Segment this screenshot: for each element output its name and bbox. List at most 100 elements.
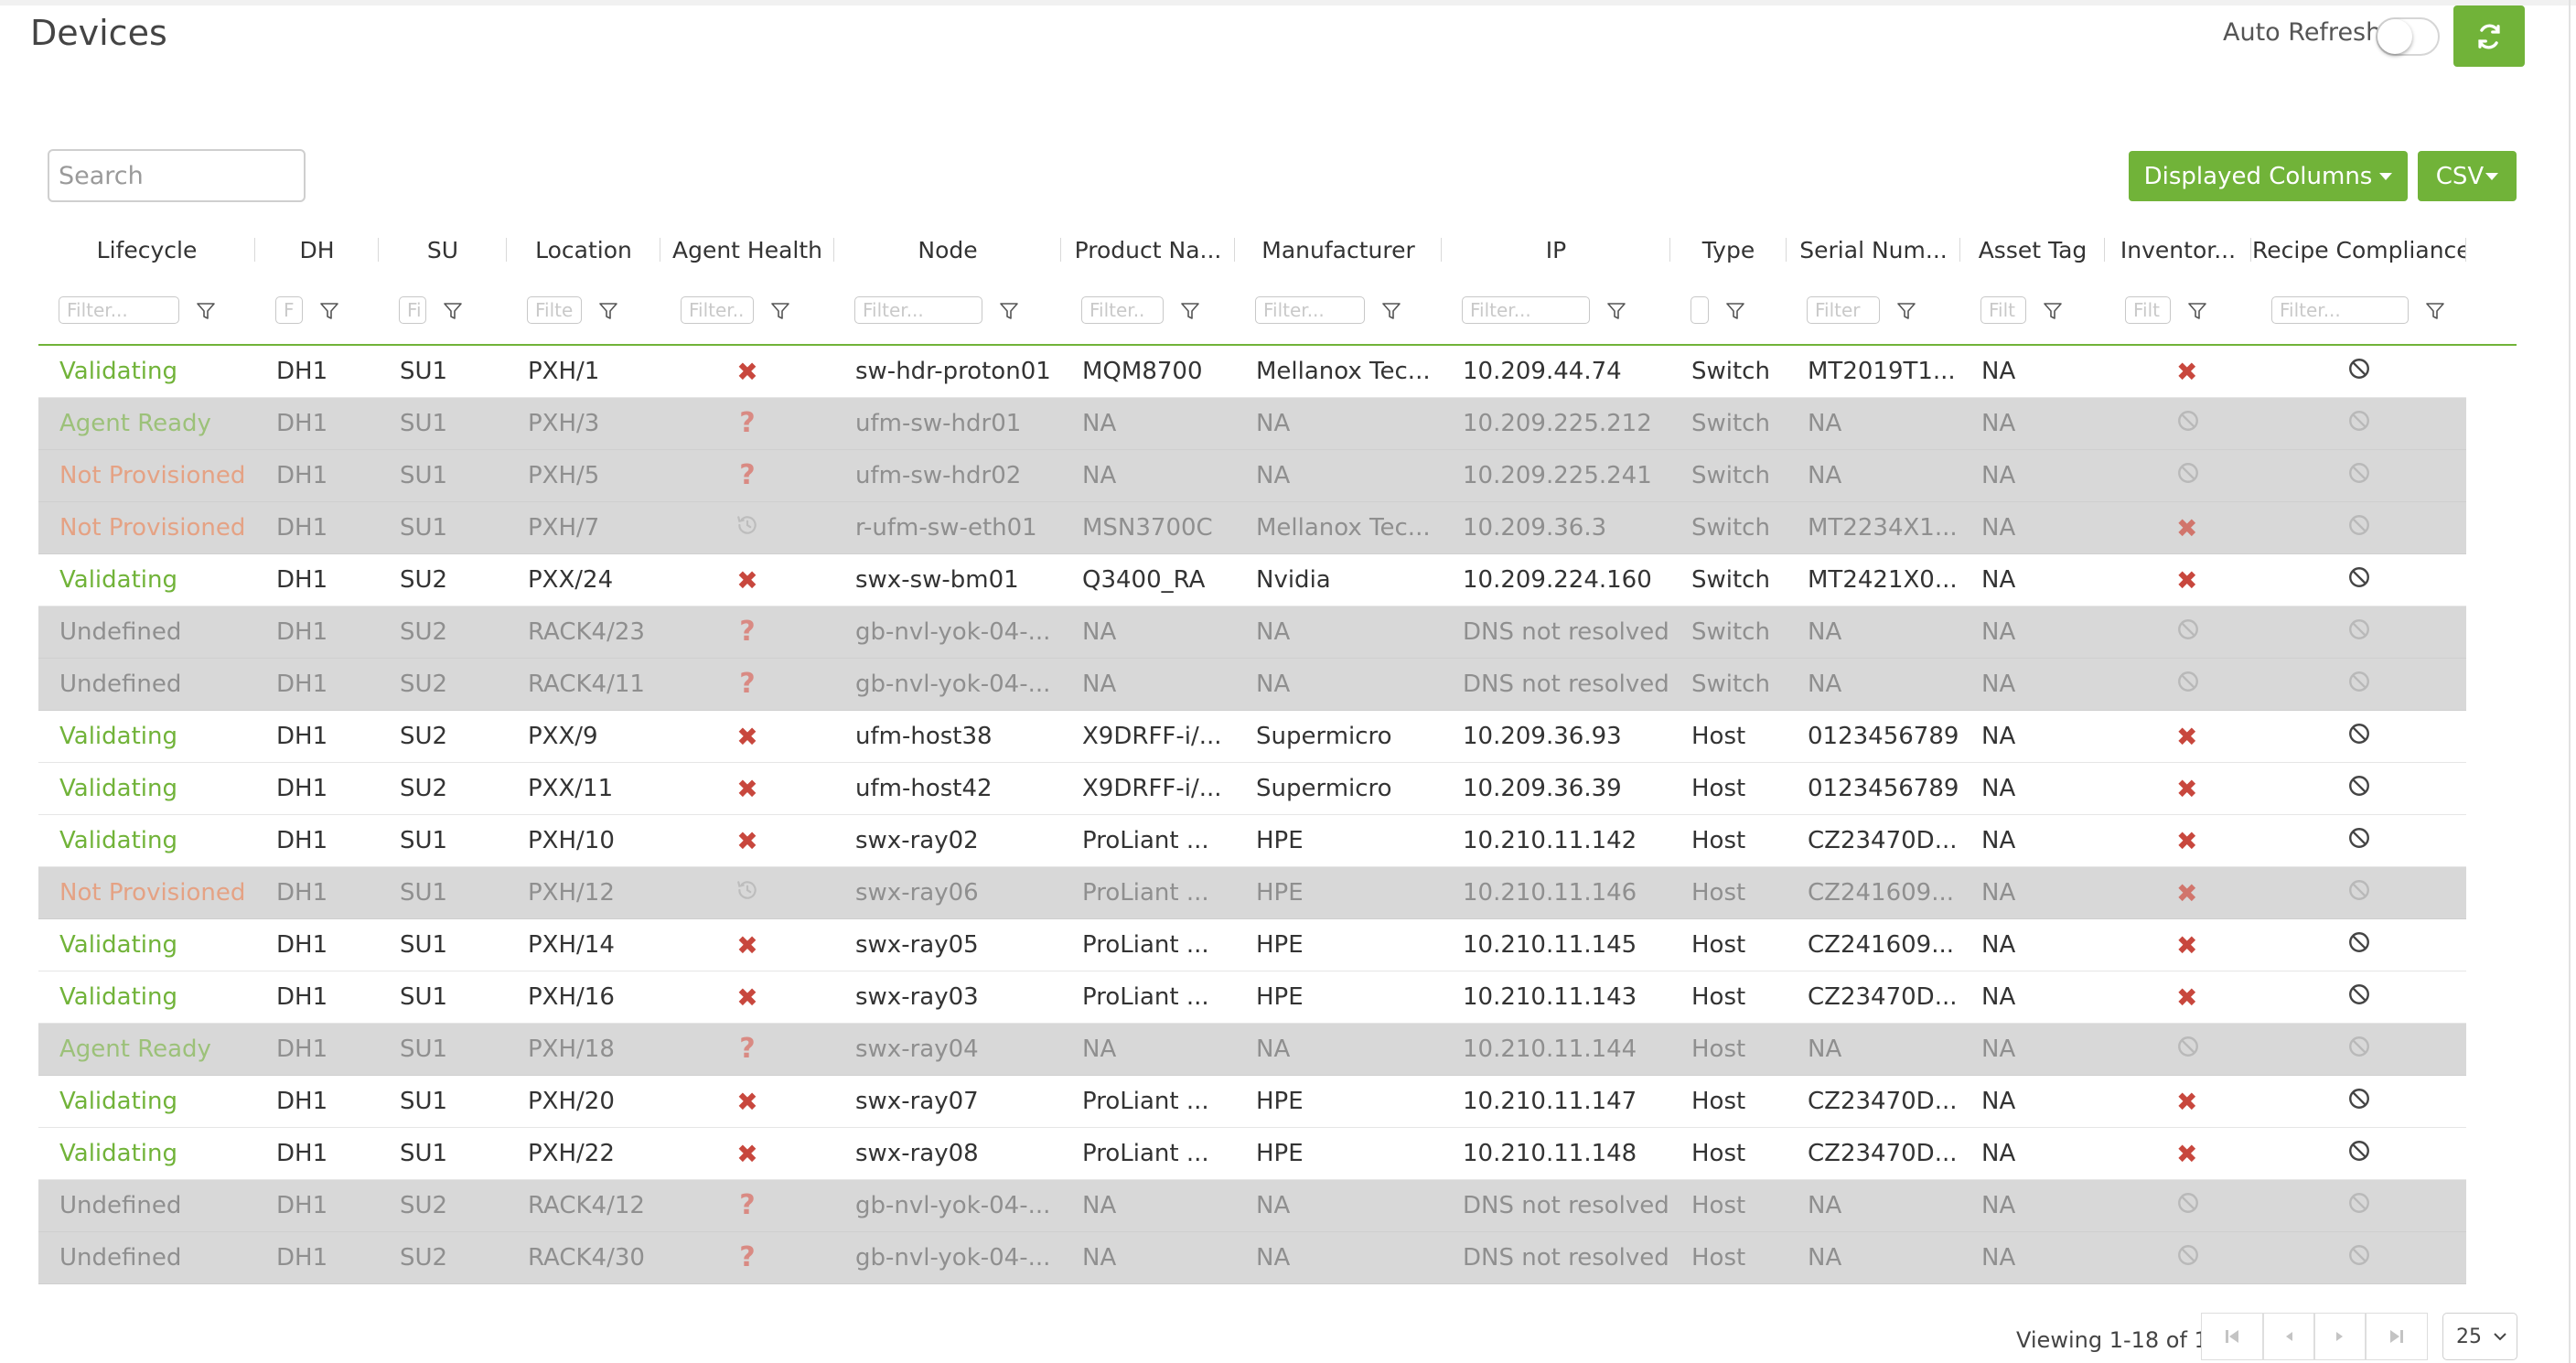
column-filter-input[interactable]: Fi [399,296,426,324]
su-cell: SU1 [379,1023,507,1076]
column-header[interactable]: DH [255,223,379,276]
inventory-cell [2105,658,2251,711]
viewing-count: Viewing 1-18 of 18 [2016,1327,2223,1353]
column-header-label: Product Na... [1074,236,1222,263]
filter-icon[interactable] [1381,301,1401,321]
column-header[interactable]: Location [507,223,660,276]
type-cell: Host [1670,971,1787,1024]
column-filter-input[interactable]: Filter.. [681,296,754,324]
column-filter-input[interactable]: Filt [2125,296,2171,324]
column-filter-input[interactable]: Filter [1807,296,1880,324]
lifecycle-cell: Validating [38,971,255,1024]
type-cell: Host [1670,1127,1787,1180]
filter-cell: Filter... [834,276,1061,346]
filter-icon[interactable] [1606,301,1626,321]
next-page-button[interactable] [2314,1313,2366,1360]
table-row[interactable]: Validating DH1 SU1 PXH/22 ✖ swx-ray08 ProLiant… [38,1127,2517,1180]
csv-button[interactable]: CSV [2418,151,2517,201]
column-header[interactable]: Agent Health [660,223,834,276]
table-row[interactable]: Not Provisioned DH1 SU1 PXH/5? ufm-sw-hdr02 N… [38,449,2517,502]
table-row[interactable]: Agent Ready DH1 SU1 PXH/18? swx-ray04 NA NA 10.… [38,1023,2517,1076]
column-header[interactable]: Asset Tag [1960,223,2105,276]
column-header[interactable]: Recipe Compliance [2251,223,2466,276]
lifecycle-cell: Validating [38,710,255,763]
column-header[interactable]: Manufacturer [1235,223,1442,276]
filter-icon[interactable] [770,301,790,321]
su-cell: SU2 [379,606,507,659]
column-header[interactable]: Lifecycle [38,223,255,276]
filter-icon[interactable] [999,301,1019,321]
table-row[interactable]: Undefined DH1 SU2 RACK4/11? gb-nvl-yok-04-..… [38,658,2517,711]
location-cell: PXX/9 [507,710,660,763]
column-header[interactable]: SU [379,223,507,276]
column-header[interactable]: Inventor... [2105,223,2251,276]
location-cell: PXH/22 [507,1127,660,1180]
table-row[interactable]: Agent Ready DH1 SU1 PXH/3? ufm-sw-hdr01 NA NA 1… [38,397,2517,450]
asset-cell: NA [1960,866,2105,919]
manufacturer-cell: Mellanox Tec... [1235,501,1442,554]
table-row[interactable]: Validating DH1 SU1 PXH/16 ✖ swx-ray03 ProLiant… [38,971,2517,1024]
column-filter-input[interactable]: Filter... [1255,296,1365,324]
column-header[interactable]: Type [1670,223,1787,276]
table-row[interactable]: Not Provisioned DH1 SU1 PXH/12 swx-ray06 ProL… [38,866,2517,919]
location-cell: RACK4/23 [507,606,660,659]
table-row[interactable]: Validating DH1 SU2 PXX/11 ✖ ufm-host42 X9DRFF-… [38,762,2517,815]
table-row[interactable]: Validating DH1 SU1 PXH/10 ✖ swx-ray02 ProLiant… [38,814,2517,867]
column-filter-input[interactable]: F [275,296,303,324]
column-filter-input[interactable]: Filter... [854,296,982,324]
filter-cell: Filter... [1235,276,1442,346]
page-size-select[interactable]: 25 [2442,1313,2517,1360]
filter-icon[interactable] [443,301,463,321]
table-row[interactable]: Validating DH1 SU2 PXX/24 ✖ swx-sw-bm01 Q3400_… [38,553,2517,606]
table-row[interactable]: Undefined DH1 SU2 RACK4/30? gb-nvl-yok-04-..… [38,1231,2517,1284]
ip-cell: DNS not resolved [1442,1179,1670,1232]
last-page-button[interactable] [2366,1313,2428,1360]
filter-icon[interactable] [2043,301,2063,321]
x-icon: ✖ [736,564,758,596]
column-header[interactable]: IP [1442,223,1670,276]
column-filter-input[interactable]: Filt [1980,296,2026,324]
filter-icon[interactable] [2425,301,2445,321]
displayed-columns-button[interactable]: Displayed Columns [2129,151,2408,201]
column-filter-input[interactable]: Filter.. [1081,296,1164,324]
table-row[interactable]: Validating DH1 SU1 PXH/1 ✖ sw-hdr-proton01 MQM… [38,345,2517,398]
table-row[interactable]: Validating DH1 SU2 PXX/9 ✖ ufm-host38 X9DRFF-i… [38,710,2517,763]
column-filter-input[interactable] [1690,296,1709,324]
type-cell: Switch [1670,658,1787,711]
column-header[interactable]: Product Na... [1061,223,1235,276]
filter-icon[interactable] [1180,301,1200,321]
dh-cell: DH1 [255,1179,379,1232]
table-row[interactable]: Undefined DH1 SU2 RACK4/12? gb-nvl-yok-04-..… [38,1179,2517,1232]
location-cell: PXH/14 [507,918,660,971]
serial-cell: CZ23470D... [1787,1127,1960,1180]
column-header[interactable]: Node [834,223,1061,276]
row-spacer [2466,1075,2517,1128]
refresh-icon [2478,24,2500,48]
first-page-button[interactable] [2201,1313,2263,1360]
search-input[interactable] [48,149,306,202]
inventory-cell [2105,1023,2251,1076]
filter-icon[interactable] [2187,301,2207,321]
column-filter-input[interactable]: Filte [527,296,582,324]
auto-refresh-toggle[interactable] [2376,17,2440,56]
filter-icon[interactable] [319,301,339,321]
filter-icon[interactable] [1896,301,1916,321]
node-cell: swx-ray02 [834,814,1061,867]
table-row[interactable]: Not Provisioned DH1 SU1 PXH/7 r-ufm-sw-eth01… [38,501,2517,554]
table-row[interactable]: Undefined DH1 SU2 RACK4/23? gb-nvl-yok-04-..… [38,606,2517,659]
refresh-button[interactable] [2453,5,2525,67]
dh-cell: DH1 [255,866,379,919]
column-filter-input[interactable]: Filter... [2271,296,2409,324]
column-filter-input[interactable]: Filter... [1462,296,1590,324]
column-header[interactable]: Serial Num... [1787,223,1960,276]
prev-page-button[interactable] [2263,1313,2314,1360]
filter-icon[interactable] [196,301,216,321]
filter-icon[interactable] [598,301,618,321]
column-filter-input[interactable]: Filter... [59,296,179,324]
recipe-compliance-cell [2251,866,2466,919]
table-row[interactable]: Validating DH1 SU1 PXH/20 ✖ swx-ray07 ProLiant… [38,1075,2517,1128]
table-row[interactable]: Validating DH1 SU1 PXH/14 ✖ swx-ray05 ProLiant… [38,918,2517,971]
filter-icon[interactable] [1725,301,1745,321]
row-spacer [2466,606,2517,659]
csv-label: CSV [2435,162,2485,190]
